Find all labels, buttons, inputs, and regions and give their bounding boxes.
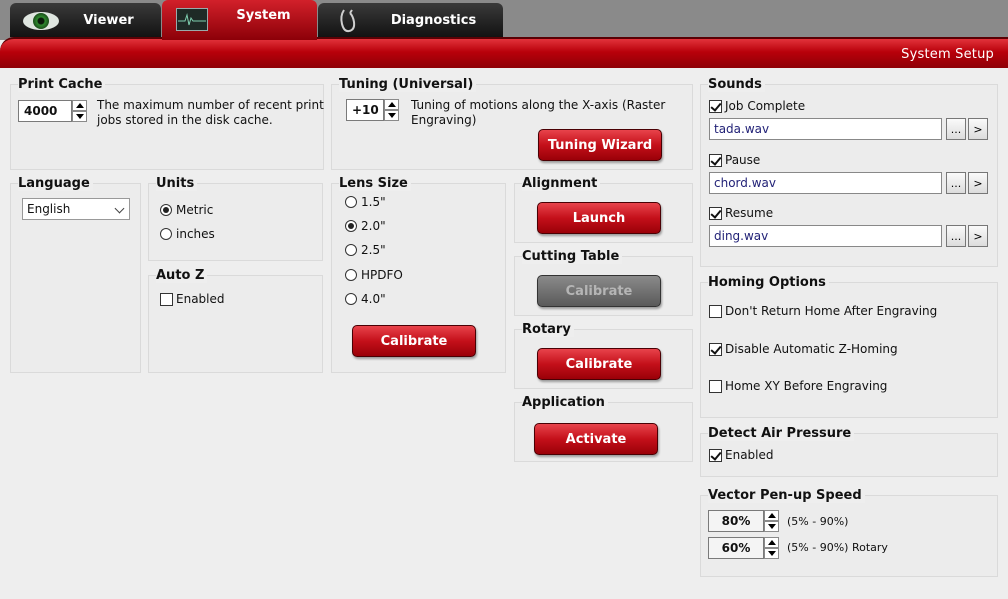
pen-up-speed-spinner[interactable]: 80% (708, 510, 779, 532)
browse-button[interactable]: ... (946, 118, 966, 140)
homing-disable-z-checkbox[interactable] (709, 343, 722, 356)
browse-button[interactable]: ... (946, 172, 966, 194)
tab-system[interactable]: System (162, 0, 317, 40)
language-selected: English (27, 202, 71, 216)
play-sound-button[interactable]: > (968, 225, 988, 247)
tab-system-label: System (236, 8, 291, 23)
tab-viewer-label: Viewer (83, 12, 134, 28)
sound-pause-checkbox[interactable] (709, 154, 722, 167)
tab-diagnostics[interactable]: Diagnostics (318, 3, 503, 37)
units-inches-radio[interactable] (160, 228, 172, 240)
auto-z-title: Auto Z (156, 268, 208, 283)
pen-up-speed-rotary-spinner[interactable]: 60% (708, 537, 779, 559)
auto-z-checkbox[interactable] (160, 293, 173, 306)
pen-up-speed-range: (5% - 90%) (787, 515, 849, 528)
units-panel (148, 183, 323, 261)
cutting-table-title: Cutting Table (522, 249, 623, 264)
play-sound-button[interactable]: > (968, 172, 988, 194)
tab-viewer[interactable]: Viewer (10, 3, 161, 37)
print-cache-title: Print Cache (18, 77, 106, 92)
sound-job-complete-file[interactable]: tada.wav (709, 118, 942, 140)
tuning-description: Tuning of motions along the X-axis (Rast… (411, 98, 666, 112)
units-title: Units (156, 176, 198, 191)
rotary-calibrate-button[interactable]: Calibrate (537, 348, 661, 380)
sound-job-complete-label: Job Complete (725, 99, 806, 113)
print-cache-description: The maximum number of recent print (97, 98, 324, 112)
tab-bar: Viewer Diagnostics (0, 0, 1008, 40)
lens-2-0-radio[interactable] (345, 220, 357, 232)
application-activate-button[interactable]: Activate (534, 423, 658, 455)
pen-up-speed-rotary-value[interactable]: 60% (708, 537, 764, 559)
lens-4-0-label: 4.0" (361, 292, 386, 306)
air-pressure-label: Enabled (725, 448, 774, 462)
pen-up-speed-panel (700, 495, 998, 577)
lens-1-5-radio[interactable] (345, 196, 357, 208)
tuning-value[interactable]: +10 (346, 99, 384, 121)
page-title: System Setup (901, 47, 994, 62)
lens-size-title: Lens Size (339, 176, 411, 191)
sound-resume-label: Resume (725, 206, 774, 220)
alignment-launch-button[interactable]: Launch (537, 202, 661, 234)
tab-diagnostics-label: Diagnostics (390, 12, 477, 28)
air-pressure-title: Detect Air Pressure (708, 426, 855, 441)
spin-up-icon[interactable] (764, 510, 779, 521)
tuning-spinner[interactable]: +10 (346, 99, 399, 121)
language-title: Language (18, 176, 93, 191)
homing-disable-z-label: Disable Automatic Z-Homing (725, 342, 898, 356)
sounds-title: Sounds (708, 77, 765, 92)
pen-up-speed-title: Vector Pen-up Speed (708, 488, 865, 503)
homing-home-xy-checkbox[interactable] (709, 380, 722, 393)
lens-hpdfo-radio[interactable] (345, 269, 357, 281)
units-metric-label: Metric (176, 203, 214, 217)
auto-z-label: Enabled (176, 292, 225, 306)
pen-up-speed-value[interactable]: 80% (708, 510, 764, 532)
sound-pause-label: Pause (725, 153, 761, 167)
units-metric-radio[interactable] (160, 204, 172, 216)
rotary-title: Rotary (522, 322, 574, 337)
spin-up-icon[interactable] (384, 99, 399, 110)
homing-home-xy-label: Home XY Before Engraving (725, 379, 888, 393)
language-select[interactable]: English (22, 198, 130, 220)
spin-up-icon[interactable] (72, 100, 87, 111)
homing-dont-return-label: Don't Return Home After Engraving (725, 304, 938, 318)
homing-options-title: Homing Options (708, 275, 829, 290)
lens-2-5-label: 2.5" (361, 243, 386, 257)
tuning-title: Tuning (Universal) (339, 77, 477, 92)
lens-2-5-radio[interactable] (345, 244, 357, 256)
alignment-title: Alignment (522, 176, 601, 191)
lens-1-5-label: 1.5" (361, 195, 386, 209)
print-cache-panel (10, 84, 324, 170)
units-inches-label: inches (176, 227, 215, 241)
print-cache-spinner[interactable]: 4000 (18, 100, 87, 122)
print-cache-description-2: jobs stored in the disk cache. (97, 113, 273, 127)
pen-up-speed-rotary-range: (5% - 90%) Rotary (787, 541, 888, 554)
spin-down-icon[interactable] (384, 110, 399, 121)
chevron-down-icon (114, 203, 125, 214)
spin-down-icon[interactable] (764, 548, 779, 559)
lens-4-0-radio[interactable] (345, 293, 357, 305)
sound-resume-checkbox[interactable] (709, 207, 722, 220)
spin-down-icon[interactable] (72, 111, 87, 122)
sound-job-complete-checkbox[interactable] (709, 100, 722, 113)
section-header-bar: System Setup (0, 37, 1008, 68)
lens-2-0-label: 2.0" (361, 219, 386, 233)
application-title: Application (522, 395, 608, 410)
sound-pause-file[interactable]: chord.wav (709, 172, 942, 194)
lens-hpdfo-label: HPDFO (361, 268, 403, 282)
play-sound-button[interactable]: > (968, 118, 988, 140)
spin-down-icon[interactable] (764, 521, 779, 532)
lens-calibrate-button[interactable]: Calibrate (352, 325, 476, 357)
air-pressure-checkbox[interactable] (709, 449, 722, 462)
browse-button[interactable]: ... (946, 225, 966, 247)
print-cache-value[interactable]: 4000 (18, 100, 72, 122)
auto-z-panel (148, 275, 323, 373)
tuning-wizard-button[interactable]: Tuning Wizard (538, 129, 662, 161)
cutting-table-calibrate-button[interactable]: Calibrate (537, 275, 661, 307)
tuning-description-2: Engraving) (411, 113, 477, 127)
spin-up-icon[interactable] (764, 537, 779, 548)
homing-dont-return-checkbox[interactable] (709, 305, 722, 318)
sound-resume-file[interactable]: ding.wav (709, 225, 942, 247)
